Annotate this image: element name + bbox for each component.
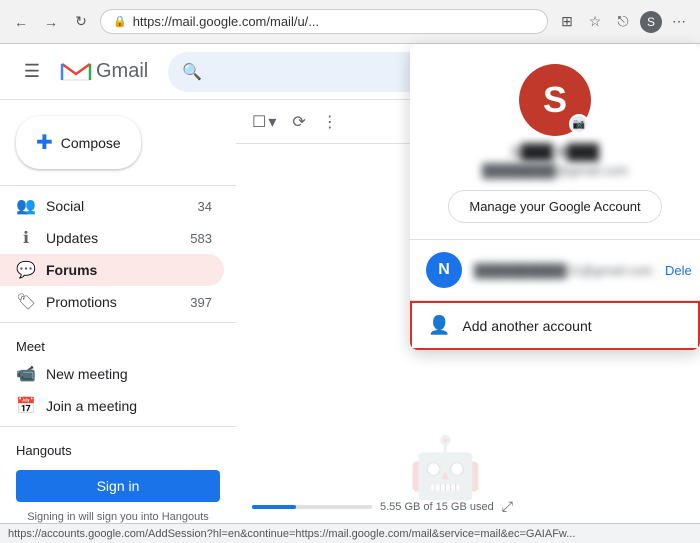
storage-text: 5.55 GB of 15 GB used [380,501,494,513]
profile-button[interactable]: S [640,11,662,33]
status-url: https://accounts.google.com/AddSession?h… [8,528,575,540]
sidebar-item-forums[interactable]: 💬 Forums [0,254,224,286]
browser-actions: ⊞ ☆ ⎋ S ⋯ [556,11,690,33]
gmail-text-logo: Gmail [96,60,148,83]
refresh-emails-button[interactable]: ⟳ [288,108,309,136]
updates-count: 583 [190,231,212,246]
secondary-account-email: ██████████21@gmail.com [474,263,653,278]
manage-account-button[interactable]: Manage your Google Account [448,190,661,223]
secondary-account-section: N ██████████21@gmail.com Dele [410,240,700,301]
checkbox-icon: ☐ [252,112,266,132]
new-meeting-icon: 📹 [16,364,36,384]
sidebar-item-promotions[interactable]: 🏷 Promotions 397 [0,286,224,318]
storage-link-button[interactable]: ⤢ [502,498,513,515]
social-label: Social [46,198,188,214]
compose-button[interactable]: ✚ Compose [16,116,141,169]
camera-badge[interactable]: 📷 [569,114,589,134]
updates-label: Updates [46,230,180,246]
star-button[interactable]: ☆ [584,11,606,33]
sign-in-button[interactable]: Sign in [16,470,220,502]
search-icon[interactable]: 🔍 [182,62,202,82]
social-count: 34 [198,199,212,214]
sidebar-divider-1 [0,185,236,186]
extensions-button[interactable]: ⊞ [556,11,578,33]
gmail-logo: Gmail [60,60,148,84]
primary-name-text: S███ B███ [511,144,599,161]
primary-account-name: S███ B███ [511,144,599,161]
join-meeting-label: Join a meeting [46,398,212,414]
refresh-button[interactable]: ↻ [70,11,92,33]
back-button[interactable]: ← [10,11,32,33]
meet-section-header: Meet [0,327,236,358]
more-button[interactable]: ⋯ [668,11,690,33]
secondary-email-text: ██████████21@gmail.com [474,263,653,278]
join-meeting-icon: 📅 [16,396,36,416]
dropdown-arrow-icon: ▾ [268,112,276,132]
primary-account-avatar: S 📷 [519,64,591,136]
select-checkbox-button[interactable]: ☐ ▾ [248,108,280,136]
compose-label: Compose [61,135,121,151]
url-text: https://mail.google.com/mail/u/... [133,14,535,29]
sidebar-item-join-meeting[interactable]: 📅 Join a meeting [0,390,224,422]
sidebar-item-new-meeting[interactable]: 📹 New meeting [0,358,224,390]
add-account-row[interactable]: 👤 Add another account [410,301,700,350]
compose-plus-icon: ✚ [36,130,53,155]
forward-button[interactable]: → [40,11,62,33]
sidebar-item-updates[interactable]: ℹ Updates 583 [0,222,224,254]
gmail-m-logo [60,60,92,84]
delete-account-link[interactable]: Dele [665,263,692,278]
lock-icon: 🔒 [113,15,127,28]
storage-bar-container: 5.55 GB of 15 GB used ⤢ [236,490,700,523]
add-account-label: Add another account [462,318,591,334]
promotions-count: 397 [190,295,212,310]
add-account-icon: 👤 [428,315,450,336]
sidebar-divider-3 [0,426,236,427]
social-icon: 👥 [16,196,36,216]
sidebar: ✚ Compose 👥 Social 34 ℹ Updates 583 💬 Fo… [0,100,236,543]
secondary-account-avatar: N [426,252,462,288]
account-dropdown: S 📷 S███ B███ ████████@gmail.com Manage … [410,44,700,350]
updates-icon: ℹ [16,228,36,248]
promotions-label: Promotions [46,294,180,310]
menu-button[interactable]: ☰ [12,52,52,92]
browser-chrome: ← → ↻ 🔒 https://mail.google.com/mail/u/.… [0,0,700,44]
promotions-icon: 🏷 [16,292,36,312]
sidebar-item-social[interactable]: 👥 Social 34 [0,190,224,222]
hangouts-section-header: Hangouts [0,431,236,462]
storage-bar-fill [252,505,296,509]
storage-bar [252,505,372,509]
primary-account-section: S 📷 S███ B███ ████████@gmail.com Manage … [410,44,700,240]
forums-label: Forums [46,262,202,278]
primary-email-text: ████████@gmail.com [482,163,628,178]
address-bar[interactable]: 🔒 https://mail.google.com/mail/u/... [100,9,548,34]
new-meeting-label: New meeting [46,366,212,382]
forums-icon: 💬 [16,260,36,280]
more-actions-button[interactable]: ⋮ [318,108,342,136]
primary-account-email: ████████@gmail.com [482,163,628,178]
sidebar-divider-2 [0,322,236,323]
share-button[interactable]: ⎋ [612,11,634,33]
status-bar: https://accounts.google.com/AddSession?h… [0,523,700,543]
